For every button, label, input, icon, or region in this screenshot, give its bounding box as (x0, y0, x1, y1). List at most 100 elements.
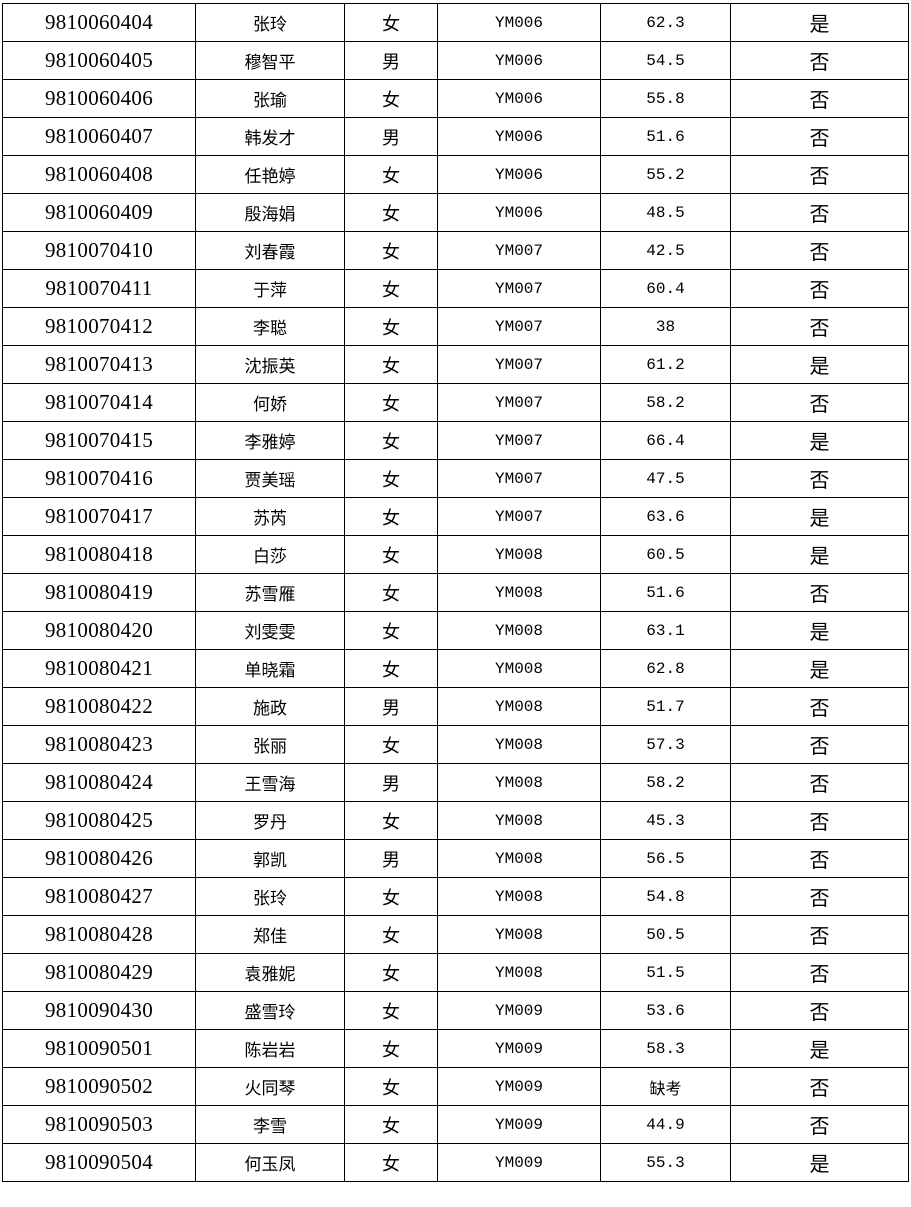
gender-cell: 女 (344, 1067, 438, 1106)
gender-cell: 女 (344, 1029, 438, 1068)
name-cell: 施政 (195, 687, 345, 726)
exam-room-cell: YM007 (437, 345, 601, 384)
name-cell: 王雪海 (195, 763, 345, 802)
name-cell: 郑佳 (195, 915, 345, 954)
exam-id-cell: 9810060407 (2, 117, 196, 156)
name-cell: 刘雯雯 (195, 611, 345, 650)
exam-id-cell: 9810080423 (2, 725, 196, 764)
exam-room-cell: YM006 (437, 3, 601, 42)
table-row: 9810070414 何娇 女 YM007 58.2 否 (2, 383, 909, 422)
qualified-cell: 是 (730, 497, 909, 536)
qualified-cell: 否 (730, 725, 909, 764)
score-cell: 62.8 (600, 649, 731, 688)
qualified-cell: 否 (730, 1105, 909, 1144)
exam-id-cell: 9810080419 (2, 573, 196, 612)
gender-cell: 女 (344, 345, 438, 384)
table-row: 9810080424 王雪海 男 YM008 58.2 否 (2, 763, 909, 802)
gender-cell: 男 (344, 839, 438, 878)
qualified-cell: 是 (730, 1143, 909, 1182)
qualified-cell: 否 (730, 877, 909, 916)
table-row: 9810070417 苏芮 女 YM007 63.6 是 (2, 497, 909, 536)
table-row: 9810080422 施政 男 YM008 51.7 否 (2, 687, 909, 726)
exam-room-cell: YM009 (437, 991, 601, 1030)
score-cell: 51.7 (600, 687, 731, 726)
name-cell: 何娇 (195, 383, 345, 422)
gender-cell: 女 (344, 535, 438, 574)
qualified-cell: 否 (730, 193, 909, 232)
gender-cell: 女 (344, 3, 438, 42)
exam-id-cell: 9810080421 (2, 649, 196, 688)
name-cell: 殷海娟 (195, 193, 345, 232)
exam-id-cell: 9810060406 (2, 79, 196, 118)
qualified-cell: 是 (730, 535, 909, 574)
score-cell: 55.2 (600, 155, 731, 194)
score-cell: 48.5 (600, 193, 731, 232)
gender-cell: 女 (344, 915, 438, 954)
exam-room-cell: YM007 (437, 383, 601, 422)
exam-id-cell: 9810090502 (2, 1067, 196, 1106)
exam-id-cell: 9810070412 (2, 307, 196, 346)
exam-id-cell: 9810080420 (2, 611, 196, 650)
score-cell: 58.2 (600, 763, 731, 802)
qualified-cell: 否 (730, 383, 909, 422)
name-cell: 单晓霜 (195, 649, 345, 688)
exam-id-cell: 9810080424 (2, 763, 196, 802)
qualified-cell: 否 (730, 459, 909, 498)
name-cell: 陈岩岩 (195, 1029, 345, 1068)
exam-room-cell: YM007 (437, 231, 601, 270)
exam-room-cell: YM009 (437, 1067, 601, 1106)
exam-room-cell: YM008 (437, 687, 601, 726)
name-cell: 张丽 (195, 725, 345, 764)
qualified-cell: 是 (730, 649, 909, 688)
gender-cell: 女 (344, 953, 438, 992)
gender-cell: 女 (344, 725, 438, 764)
gender-cell: 女 (344, 877, 438, 916)
table-row: 9810070415 李雅婷 女 YM007 66.4 是 (2, 421, 909, 460)
table-row: 9810060405 穆智平 男 YM006 54.5 否 (2, 41, 909, 80)
qualified-cell: 否 (730, 953, 909, 992)
exam-room-cell: YM008 (437, 915, 601, 954)
qualified-cell: 否 (730, 763, 909, 802)
exam-id-cell: 9810070410 (2, 231, 196, 270)
results-table-body: 9810060404 张玲 女 YM006 62.3 是 9810060405 … (2, 3, 909, 1182)
score-cell: 55.3 (600, 1143, 731, 1182)
score-cell: 58.3 (600, 1029, 731, 1068)
qualified-cell: 否 (730, 573, 909, 612)
gender-cell: 女 (344, 79, 438, 118)
score-cell: 缺考 (600, 1067, 731, 1106)
exam-room-cell: YM006 (437, 193, 601, 232)
exam-room-cell: YM009 (437, 1143, 601, 1182)
exam-room-cell: YM008 (437, 535, 601, 574)
exam-id-cell: 9810060405 (2, 41, 196, 80)
gender-cell: 女 (344, 497, 438, 536)
table-row: 9810070411 于萍 女 YM007 60.4 否 (2, 269, 909, 308)
gender-cell: 女 (344, 269, 438, 308)
exam-id-cell: 9810080425 (2, 801, 196, 840)
gender-cell: 女 (344, 459, 438, 498)
name-cell: 李雅婷 (195, 421, 345, 460)
gender-cell: 男 (344, 763, 438, 802)
name-cell: 任艳婷 (195, 155, 345, 194)
gender-cell: 女 (344, 1143, 438, 1182)
exam-id-cell: 9810090501 (2, 1029, 196, 1068)
exam-room-cell: YM007 (437, 497, 601, 536)
qualified-cell: 是 (730, 3, 909, 42)
name-cell: 张玲 (195, 3, 345, 42)
exam-room-cell: YM008 (437, 725, 601, 764)
table-row: 9810090430 盛雪玲 女 YM009 53.6 否 (2, 991, 909, 1030)
name-cell: 穆智平 (195, 41, 345, 80)
name-cell: 罗丹 (195, 801, 345, 840)
qualified-cell: 否 (730, 801, 909, 840)
gender-cell: 女 (344, 573, 438, 612)
score-cell: 51.6 (600, 573, 731, 612)
exam-room-cell: YM008 (437, 573, 601, 612)
table-row: 9810060408 任艳婷 女 YM006 55.2 否 (2, 155, 909, 194)
name-cell: 李聪 (195, 307, 345, 346)
gender-cell: 女 (344, 801, 438, 840)
score-cell: 60.4 (600, 269, 731, 308)
score-cell: 57.3 (600, 725, 731, 764)
gender-cell: 男 (344, 41, 438, 80)
table-row: 9810070412 李聪 女 YM007 38 否 (2, 307, 909, 346)
table-row: 9810080429 袁雅妮 女 YM008 51.5 否 (2, 953, 909, 992)
gender-cell: 女 (344, 1105, 438, 1144)
